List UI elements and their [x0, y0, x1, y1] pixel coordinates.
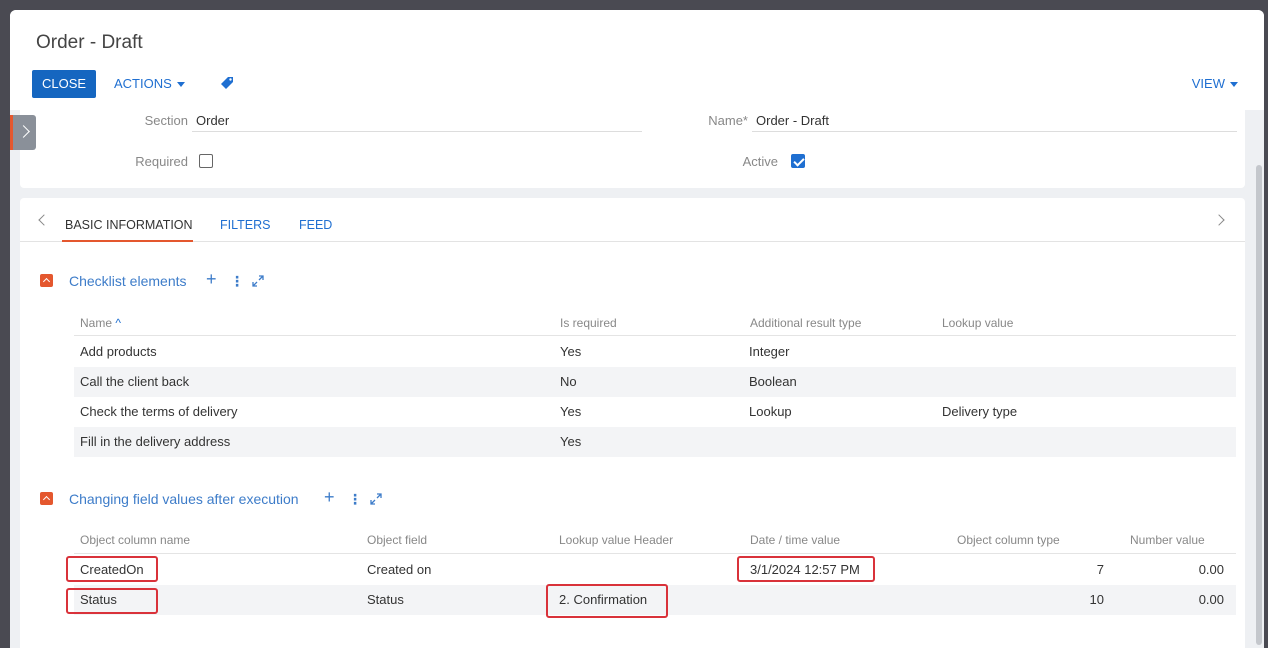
column-header-date-time-value[interactable]: Date / time value: [750, 533, 840, 547]
expand-icon[interactable]: [252, 275, 264, 287]
section-field-label: Section: [144, 113, 188, 128]
view-label: VIEW: [1191, 76, 1225, 91]
chevron-left-icon[interactable]: [38, 214, 50, 226]
name-field-underline: [752, 131, 1237, 132]
column-header-label: Name: [80, 316, 113, 330]
table-row[interactable]: CreatedOn Created on 3/1/2024 12:57 PM 7…: [74, 555, 1236, 585]
highlight-box: [546, 584, 668, 618]
cell-is-required: Yes: [560, 434, 582, 449]
table-row[interactable]: Add products Yes Integer: [74, 337, 1236, 367]
expand-panel-arrow-icon[interactable]: [10, 115, 36, 150]
checklist-section-title[interactable]: Checklist elements: [69, 272, 187, 290]
changes-section-title[interactable]: Changing field values after execution: [69, 490, 299, 508]
column-header-number-value[interactable]: Number value: [1130, 533, 1205, 547]
view-button[interactable]: VIEW: [1192, 70, 1238, 98]
column-header-object-field[interactable]: Object field: [367, 533, 427, 547]
table-row[interactable]: Fill in the delivery address Yes: [74, 427, 1236, 457]
highlight-box: [66, 588, 158, 614]
active-checkbox[interactable]: [791, 154, 805, 168]
cell-object-column-type: 10: [1089, 592, 1104, 607]
more-options-icon[interactable]: ⋮: [348, 490, 362, 508]
cell-object-field: Status: [367, 592, 404, 607]
column-header-object-column-name[interactable]: Object column name: [80, 533, 190, 547]
header-divider: [74, 335, 1236, 336]
more-options-icon[interactable]: ⋮: [230, 272, 244, 290]
tag-icon[interactable]: [220, 76, 234, 90]
section-field-underline: [192, 131, 642, 132]
tab-bar: BASIC INFORMATION FILTERS FEED: [20, 198, 1245, 242]
caret-down-icon: [1230, 82, 1238, 88]
cell-is-required: Yes: [560, 404, 582, 419]
detail-panel: BASIC INFORMATION FILTERS FEED Checklist…: [20, 198, 1245, 648]
active-tab-indicator: [62, 240, 193, 242]
add-icon[interactable]: +: [324, 488, 335, 506]
column-header-name[interactable]: Name ^: [80, 316, 121, 330]
cell-object-column-type: 7: [1096, 562, 1104, 577]
caret-down-icon: [176, 82, 185, 88]
add-icon[interactable]: +: [206, 270, 217, 288]
close-button[interactable]: CLOSE: [32, 70, 97, 98]
column-header-lookup-value[interactable]: Lookup value: [942, 316, 1013, 330]
column-header-lookup-value-header[interactable]: Lookup value Header: [559, 533, 673, 547]
cell-name: Fill in the delivery address: [80, 434, 231, 449]
checklist-section-header: Checklist elements + ⋮: [40, 270, 440, 290]
required-label: Required: [135, 154, 188, 169]
tab-feed[interactable]: FEED: [299, 218, 332, 232]
table-row[interactable]: Check the terms of delivery Yes Lookup D…: [74, 397, 1236, 427]
cell-lookup-value: Delivery type: [942, 404, 1018, 419]
highlight-box: [66, 556, 158, 582]
record-fields-panel: Section Order Name* Order - Draft Requir…: [20, 108, 1245, 188]
sort-ascending-icon[interactable]: ^: [115, 316, 121, 330]
cell-name: Call the client back: [80, 374, 190, 389]
actions-label: ACTIONS: [114, 76, 172, 91]
cell-result-type: Integer: [749, 344, 790, 359]
collapse-icon[interactable]: [40, 274, 53, 287]
highlight-box: [737, 556, 875, 582]
cell-number-value: 0.00: [1198, 592, 1224, 607]
required-checkbox[interactable]: [199, 154, 213, 168]
page-header: Order - Draft CLOSE ACTIONS VIEW: [10, 10, 1264, 110]
column-header-is-required[interactable]: Is required: [560, 316, 617, 330]
header-divider: [74, 553, 1236, 554]
name-field-label: Name*: [708, 113, 748, 128]
name-field-value[interactable]: Order - Draft: [756, 113, 829, 128]
column-header-result-type[interactable]: Additional result type: [750, 316, 861, 330]
scrollbar-thumb[interactable]: [1256, 165, 1262, 645]
cell-result-type: Boolean: [749, 374, 797, 389]
chevron-right-icon[interactable]: [1213, 214, 1225, 226]
actions-button[interactable]: ACTIONS: [114, 70, 185, 98]
expand-icon[interactable]: [370, 493, 382, 505]
page-title: Order - Draft: [36, 32, 143, 53]
cell-is-required: No: [560, 374, 577, 389]
tab-filters[interactable]: FILTERS: [220, 218, 270, 232]
cell-name: Check the terms of delivery: [80, 404, 238, 419]
column-header-object-column-type[interactable]: Object column type: [957, 533, 1060, 547]
collapse-icon[interactable]: [40, 492, 53, 505]
cell-object-field: Created on: [367, 562, 432, 577]
cell-is-required: Yes: [560, 344, 582, 359]
section-field-value[interactable]: Order: [196, 113, 229, 128]
cell-name: Add products: [80, 344, 157, 359]
active-label: Active: [742, 154, 778, 169]
tab-basic-information[interactable]: BASIC INFORMATION: [65, 218, 193, 232]
cell-number-value: 0.00: [1198, 562, 1224, 577]
changes-section-header: Changing field values after execution + …: [40, 488, 540, 508]
table-row[interactable]: Call the client back No Boolean: [74, 367, 1236, 397]
app-window: Order - Draft CLOSE ACTIONS VIEW Section…: [10, 10, 1264, 648]
cell-result-type: Lookup: [749, 404, 792, 419]
